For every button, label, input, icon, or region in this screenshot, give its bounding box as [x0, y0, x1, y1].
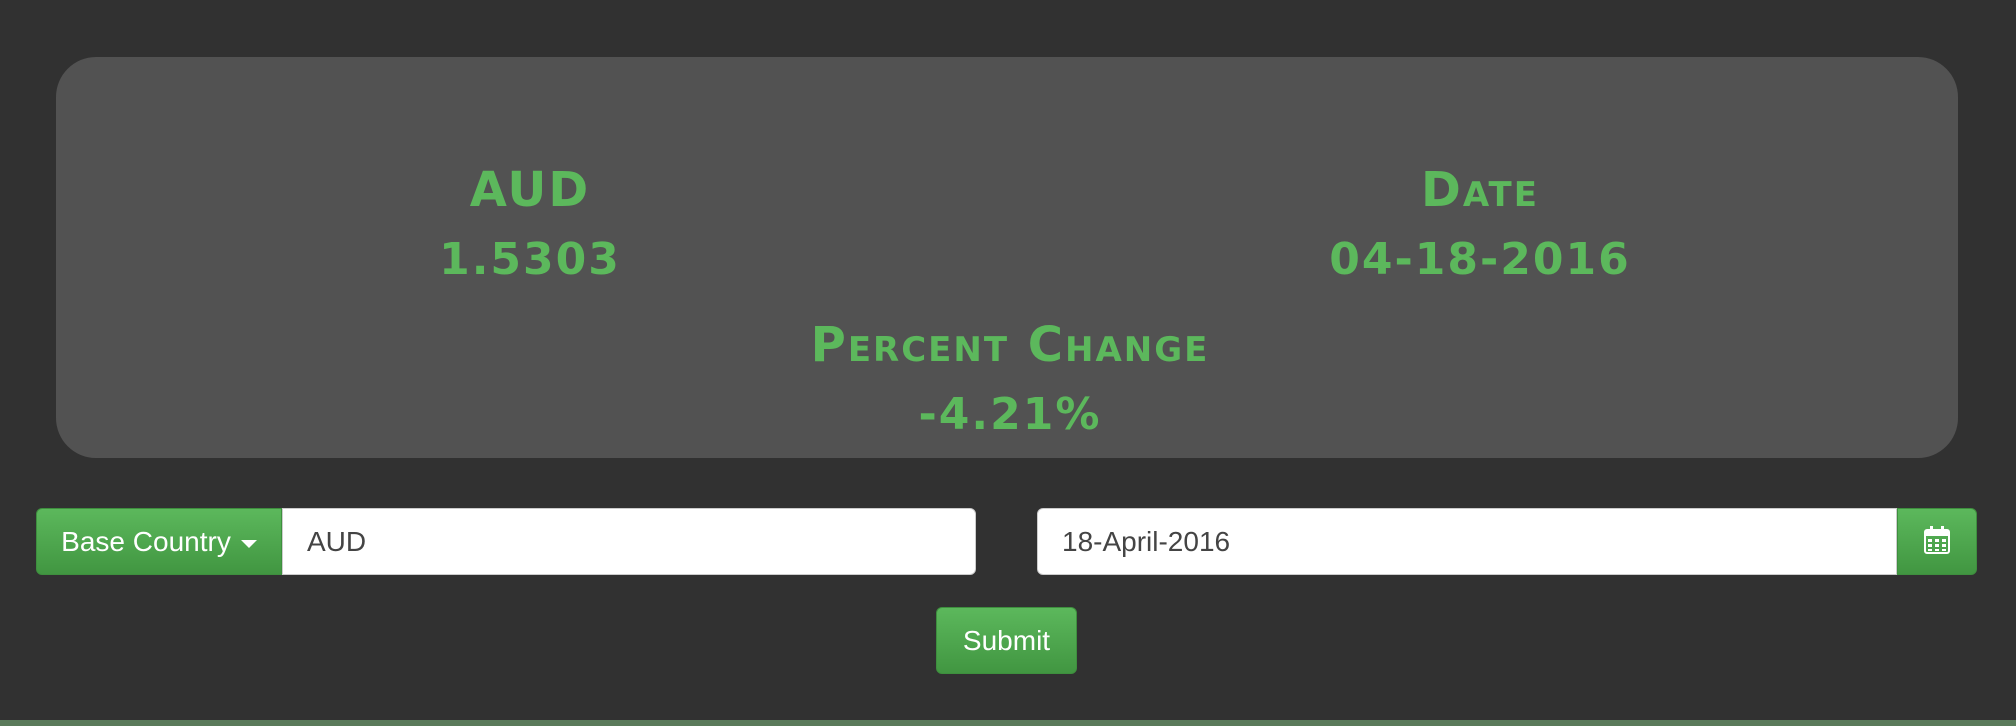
- calendar-icon: [1924, 526, 1950, 557]
- date-input[interactable]: [1037, 508, 1897, 575]
- date-input-group: [1037, 508, 1977, 575]
- currency-input[interactable]: [282, 508, 976, 575]
- app-container: AUD 1.5303 Date 04-18-2016 Percent Chang…: [0, 0, 2016, 720]
- date-stat: Date 04-18-2016: [1280, 155, 1680, 295]
- date-label: Date: [1421, 162, 1539, 218]
- base-country-label: Base Country: [61, 525, 231, 557]
- percent-change-value: -4.21%: [918, 389, 1102, 440]
- percent-change-label: Percent Change: [810, 317, 1210, 373]
- base-country-dropdown-button[interactable]: Base Country: [36, 508, 282, 575]
- caret-down-icon: [240, 539, 257, 548]
- currency-rate: 1.5303: [439, 234, 621, 285]
- calendar-button[interactable]: [1897, 508, 1977, 575]
- percent-change-stat: Percent Change -4.21%: [700, 310, 1320, 450]
- submit-button[interactable]: Submit: [936, 607, 1077, 674]
- currency-input-group: Base Country: [36, 508, 976, 575]
- date-value: 04-18-2016: [1329, 234, 1631, 285]
- currency-label: AUD: [469, 162, 591, 218]
- currency-stat: AUD 1.5303: [330, 155, 730, 295]
